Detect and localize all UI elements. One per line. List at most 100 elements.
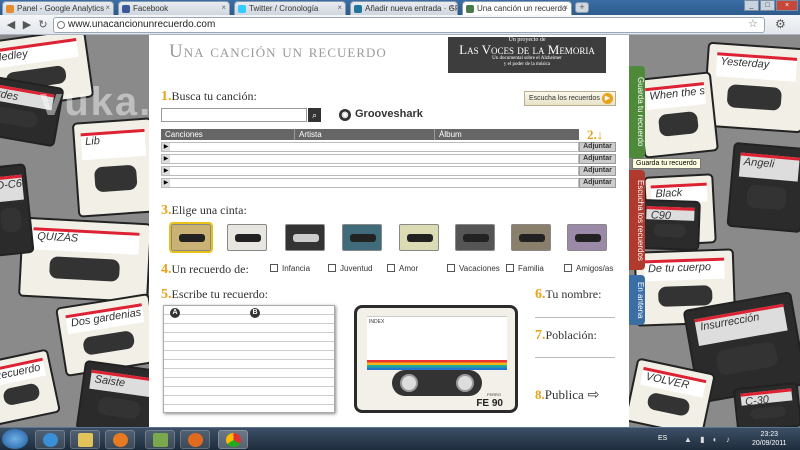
close-icon[interactable]: ×: [337, 3, 342, 12]
cassette-preview: INDEX FERRO FE 90: [354, 305, 518, 413]
bookmark-star-icon[interactable]: ☆: [748, 17, 758, 30]
wrench-menu-icon[interactable]: ⚙: [775, 17, 786, 31]
checkbox-familia[interactable]: Familia: [506, 264, 544, 273]
adjuntar-button[interactable]: Adjuntar: [579, 154, 616, 164]
memory-textarea[interactable]: A B: [163, 305, 335, 413]
step7-heading: 7.Población:: [535, 328, 597, 343]
clock-time: 23:23: [760, 431, 779, 438]
ie-icon[interactable]: [35, 430, 65, 449]
clock-date: 20/09/2011: [752, 440, 787, 447]
cassette-option[interactable]: [227, 224, 267, 251]
background-cassette: Recuerdo: [0, 348, 61, 427]
cassette-option[interactable]: [567, 224, 607, 251]
close-icon[interactable]: ×: [105, 3, 110, 12]
analytics-icon: [6, 5, 14, 13]
site-favicon-icon: [466, 5, 474, 13]
publish-button[interactable]: 8.Publica ⇨: [535, 387, 599, 404]
back-button[interactable]: ◀: [4, 18, 18, 32]
minimize-button[interactable]: _: [744, 0, 759, 11]
checkbox-amigos[interactable]: Amigos/as: [564, 264, 613, 273]
checkbox-amor[interactable]: Amor: [387, 264, 418, 273]
step4-heading: 4.Un recuerdo de:: [161, 262, 249, 277]
address-bar[interactable]: www.unacancionunrecuerdo.com: [53, 17, 765, 33]
search-icon[interactable]: ⌕: [308, 108, 321, 122]
promo-title: Las Voces de la Memoria: [459, 42, 595, 57]
tab-wordpress[interactable]: Añadir nueva entrada · GRI... ×: [350, 1, 458, 15]
tab-title: Añadir nueva entrada · GRI...: [365, 4, 457, 13]
adjuntar-button[interactable]: Adjuntar: [579, 166, 616, 176]
side-tab-escucha[interactable]: Escucha los recuerdos: [629, 170, 645, 270]
folder-icon[interactable]: [70, 430, 100, 449]
clock[interactable]: 23:23 20/09/2011: [752, 430, 787, 448]
main-panel: Una canción un recuerdo Un proyecto de L…: [149, 35, 629, 427]
language-indicator[interactable]: ES: [658, 435, 667, 442]
adjuntar-button[interactable]: Adjuntar: [579, 178, 616, 188]
cassette-ferro: FERRO: [487, 392, 501, 397]
reload-button[interactable]: ↻: [36, 18, 50, 32]
close-icon[interactable]: ×: [563, 3, 568, 12]
new-tab-button[interactable]: +: [575, 2, 589, 13]
step2-marker: 2.↓: [587, 127, 604, 142]
grooveshark-logo: ◉ Grooveshark: [339, 108, 423, 121]
tab-facebook[interactable]: Facebook ×: [118, 1, 230, 15]
escucha-recuerdos-button[interactable]: Escucha los recuerdos ▶: [524, 91, 616, 106]
media-player-icon[interactable]: [105, 430, 135, 449]
cassette-option[interactable]: [342, 224, 382, 251]
firefox-icon[interactable]: [180, 430, 210, 449]
background-cassette: C-30: [732, 381, 800, 427]
system-tray-icons[interactable]: ▲ ▮ ◐ ♪: [684, 435, 733, 444]
close-window-button[interactable]: ×: [776, 0, 798, 11]
site-logo[interactable]: Una canción un recuerdo: [169, 41, 387, 63]
promo-banner[interactable]: Un proyecto de Las Voces de la Memoria U…: [448, 37, 606, 73]
background-cassette: C90: [639, 198, 701, 252]
globe-icon: [57, 21, 65, 29]
checkbox-infancia[interactable]: Infancia: [270, 264, 310, 273]
tab-title: Twitter / Cronología: [249, 4, 319, 13]
side-tab-en-antena[interactable]: En antena: [629, 275, 645, 325]
adjuntar-button[interactable]: Adjuntar: [579, 142, 616, 152]
background-cassette: D-C60: [0, 163, 35, 257]
cassette-label: INDEX: [367, 316, 507, 362]
step6-heading: 6.Tu nombre:: [535, 287, 602, 302]
cassette-option[interactable]: [455, 224, 495, 251]
close-icon[interactable]: ×: [221, 3, 226, 12]
side-b-icon: B: [250, 308, 260, 318]
promo-line3: y el poder de la música: [503, 62, 551, 67]
play-arrow-icon: ▶: [162, 167, 170, 175]
table-row[interactable]: ▶: [161, 142, 579, 152]
cassette-option[interactable]: [511, 224, 551, 251]
cassette-option[interactable]: [169, 222, 213, 253]
side-tab-guarda[interactable]: Guarda tu recuerdo: [629, 66, 645, 158]
tab-title: Facebook: [133, 4, 169, 13]
play-icon: ▶: [602, 93, 613, 104]
tab-google-analytics[interactable]: Panel - Google Analytics ×: [2, 1, 114, 15]
cassette-option[interactable]: [285, 224, 325, 251]
side-a-icon: A: [170, 308, 180, 318]
song-search-input[interactable]: [161, 108, 307, 122]
table-row[interactable]: ▶: [161, 178, 579, 188]
step1-heading: 1.Busca tu canción:: [161, 89, 257, 104]
tab-una-cancion[interactable]: Una canción un recuerdo ×: [462, 1, 572, 15]
name-field[interactable]: [535, 317, 615, 318]
window-controls: _ □ ×: [744, 0, 798, 12]
table-row[interactable]: ▶: [161, 154, 579, 164]
chrome-icon[interactable]: [218, 430, 248, 449]
twitter-icon: [238, 5, 246, 13]
tab-twitter[interactable]: Twitter / Cronología ×: [234, 1, 346, 15]
background-cassette: QUIZÁS: [17, 216, 153, 304]
maximize-button[interactable]: □: [760, 0, 775, 11]
browser-tab-bar: Panel - Google Analytics × Facebook × Tw…: [0, 0, 800, 15]
cassette-reels: [392, 370, 482, 396]
cassette-option[interactable]: [399, 224, 439, 251]
city-field[interactable]: [535, 357, 615, 358]
close-icon[interactable]: ×: [449, 3, 454, 12]
network-icon[interactable]: [145, 430, 175, 449]
checkbox-vacaciones[interactable]: Vacaciones: [447, 264, 500, 273]
forward-button[interactable]: ▶: [20, 18, 34, 32]
checkbox-juventud[interactable]: Juventud: [328, 264, 372, 273]
play-arrow-icon: ▶: [162, 143, 170, 151]
windows-start-icon[interactable]: [2, 429, 28, 449]
facebook-icon: [122, 5, 130, 13]
table-row[interactable]: ▶: [161, 166, 579, 176]
tab-title: Una canción un recuerdo: [477, 4, 567, 13]
